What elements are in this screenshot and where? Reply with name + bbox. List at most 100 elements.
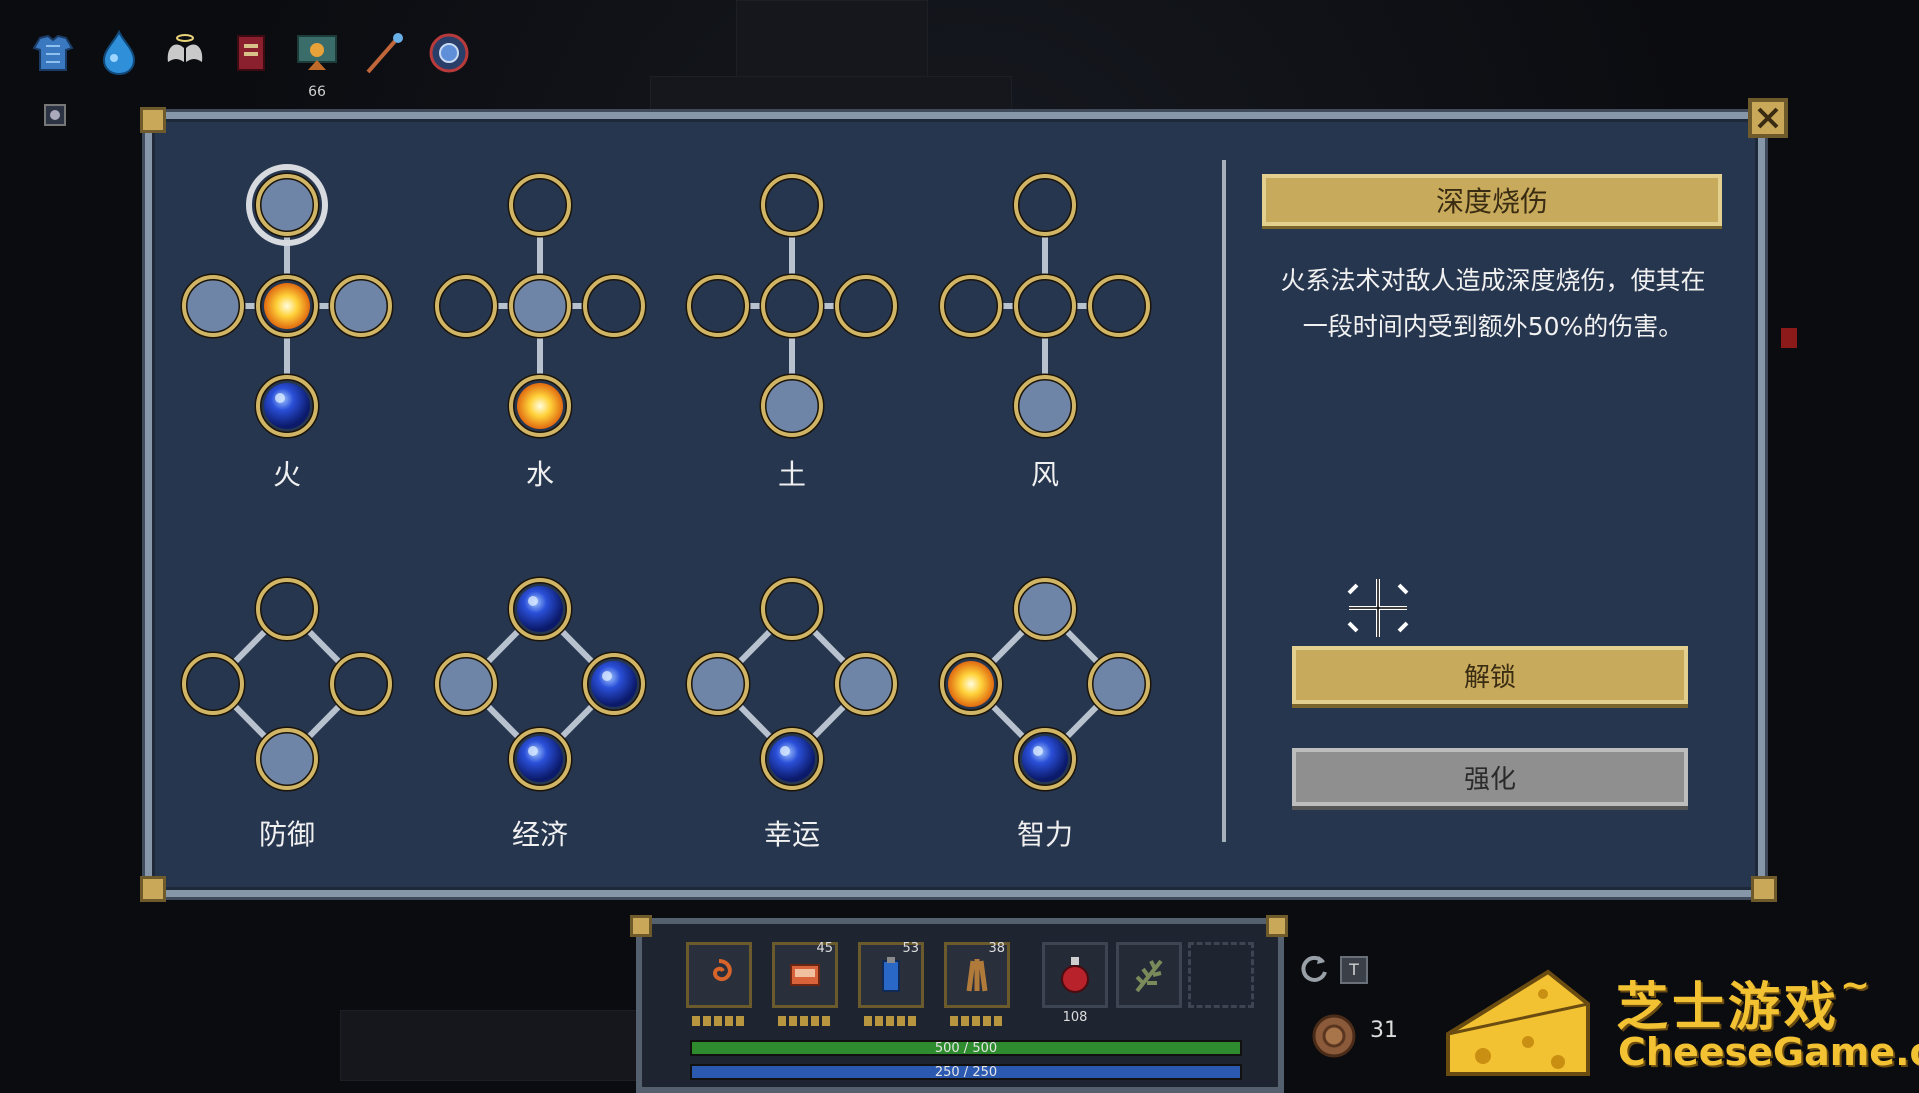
talent-node[interactable] bbox=[507, 373, 573, 439]
talent-tree-label: 智力 bbox=[1016, 818, 1073, 851]
talent-tree: 水 bbox=[430, 160, 650, 491]
slot-count: 45 bbox=[816, 941, 833, 956]
talent-node[interactable] bbox=[507, 273, 573, 339]
talent-tree-graph bbox=[685, 172, 899, 439]
talent-node[interactable] bbox=[581, 273, 647, 339]
staff-icon[interactable] bbox=[356, 26, 410, 80]
rune-orb-icon[interactable] bbox=[422, 26, 476, 80]
empty-slot[interactable] bbox=[1188, 942, 1254, 1008]
talent-node[interactable] bbox=[685, 273, 751, 339]
scroll-item-icon bbox=[790, 964, 820, 986]
slot-count: 53 bbox=[902, 941, 919, 956]
wings-icon[interactable] bbox=[158, 26, 212, 80]
talent-node[interactable] bbox=[433, 273, 499, 339]
background-wall bbox=[340, 1010, 642, 1081]
talent-node[interactable] bbox=[328, 651, 394, 717]
potion-flask-icon[interactable] bbox=[92, 26, 146, 80]
talent-tree: 智力 bbox=[935, 563, 1155, 863]
talent-node[interactable] bbox=[254, 273, 320, 339]
slot-charges bbox=[864, 1016, 916, 1026]
mana-text: 250 / 250 bbox=[934, 1065, 998, 1080]
potion-slot[interactable]: 108 bbox=[1042, 942, 1108, 1025]
talent-tree-graph bbox=[180, 164, 394, 439]
talent-node[interactable] bbox=[1086, 273, 1152, 339]
armor-icon[interactable] bbox=[26, 26, 80, 80]
talent-node[interactable] bbox=[759, 373, 825, 439]
unlock-button[interactable]: 解锁 bbox=[1292, 646, 1688, 704]
talent-tree: 土 bbox=[682, 160, 902, 491]
talent-tree-label: 幸运 bbox=[763, 818, 820, 851]
talent-node[interactable] bbox=[1012, 726, 1078, 792]
refresh-icon[interactable] bbox=[1297, 952, 1331, 986]
talent-node[interactable] bbox=[759, 576, 825, 642]
mana-bar: 250 / 250 bbox=[690, 1064, 1242, 1080]
panel-corner bbox=[1751, 876, 1777, 902]
watermark-cn-text: 芝士游戏 bbox=[1616, 978, 1841, 1038]
spellbook-icon[interactable] bbox=[224, 26, 278, 80]
talent-node[interactable] bbox=[254, 726, 320, 792]
mana-potion-icon bbox=[882, 957, 900, 992]
talent-node[interactable] bbox=[938, 651, 1004, 717]
pet-icon[interactable]: 66 bbox=[290, 26, 344, 100]
coin-icon bbox=[1312, 1014, 1356, 1058]
coin-count: 31 bbox=[1370, 1018, 1398, 1043]
hotbar-corner bbox=[630, 915, 652, 937]
hotbar-slot[interactable]: 53 bbox=[858, 941, 924, 1008]
talent-node[interactable] bbox=[938, 273, 1004, 339]
potion-count: 108 bbox=[1062, 1010, 1088, 1025]
talent-node[interactable] bbox=[833, 651, 899, 717]
herb-slot[interactable] bbox=[1116, 942, 1182, 1008]
talent-tree: 火 bbox=[177, 160, 397, 491]
talent-node[interactable] bbox=[1086, 651, 1152, 717]
talent-node[interactable] bbox=[1012, 273, 1078, 339]
talent-node[interactable] bbox=[433, 651, 499, 717]
status-effect-icon[interactable] bbox=[40, 100, 70, 130]
slot-charges bbox=[692, 1016, 744, 1026]
talent-tree: 幸运 bbox=[682, 563, 902, 863]
talent-node[interactable] bbox=[507, 726, 573, 792]
talent-tree-label: 水 bbox=[525, 458, 554, 491]
panel-corner bbox=[140, 876, 166, 902]
talent-tree: 风 bbox=[935, 160, 1155, 491]
hotbar-corner bbox=[1266, 915, 1288, 937]
talent-tree-graph bbox=[180, 576, 394, 792]
talent-tree-graph bbox=[685, 576, 899, 792]
talent-tree-label: 经济 bbox=[511, 818, 568, 851]
leaf-icon bbox=[1135, 959, 1163, 993]
talent-node[interactable] bbox=[328, 273, 394, 339]
talent-tree-label: 防御 bbox=[258, 818, 315, 851]
talent-node[interactable] bbox=[1012, 373, 1078, 439]
slot-charges bbox=[950, 1016, 1002, 1026]
health-text: 500 / 500 bbox=[934, 1041, 998, 1056]
talent-node[interactable] bbox=[581, 651, 647, 717]
close-icon bbox=[1757, 107, 1779, 129]
talent-node[interactable] bbox=[180, 273, 246, 339]
talent-node[interactable] bbox=[180, 651, 246, 717]
talent-node[interactable] bbox=[254, 373, 320, 439]
swirl-spell-icon bbox=[712, 959, 732, 982]
talent-node[interactable] bbox=[1012, 172, 1078, 238]
close-button[interactable] bbox=[1748, 98, 1788, 138]
talent-node[interactable] bbox=[759, 172, 825, 238]
talent-node[interactable] bbox=[507, 576, 573, 642]
hotbar-slot[interactable] bbox=[686, 942, 752, 1008]
talent-node[interactable] bbox=[759, 726, 825, 792]
watermark-title: 芝士游戏~ bbox=[1616, 965, 1874, 1040]
pet-count: 66 bbox=[308, 84, 326, 100]
equipment-bar: 66 bbox=[26, 26, 476, 100]
hotbar-slot[interactable]: 38 bbox=[944, 941, 1010, 1008]
watermark-tilde: ~ bbox=[1840, 965, 1875, 1006]
talent-node[interactable] bbox=[833, 273, 899, 339]
cheese-logo-icon bbox=[1446, 969, 1590, 1076]
talent-node[interactable] bbox=[1012, 576, 1078, 642]
enhance-button[interactable]: 强化 bbox=[1292, 748, 1688, 806]
panel-corner bbox=[140, 107, 166, 133]
hotbar-slot[interactable]: 45 bbox=[772, 941, 838, 1008]
talent-node[interactable] bbox=[246, 164, 328, 246]
talent-node[interactable] bbox=[507, 172, 573, 238]
health-potion-icon bbox=[1061, 957, 1089, 993]
key-hint: T bbox=[1340, 956, 1368, 984]
talent-node[interactable] bbox=[254, 576, 320, 642]
talent-node[interactable] bbox=[685, 651, 751, 717]
talent-node[interactable] bbox=[759, 273, 825, 339]
